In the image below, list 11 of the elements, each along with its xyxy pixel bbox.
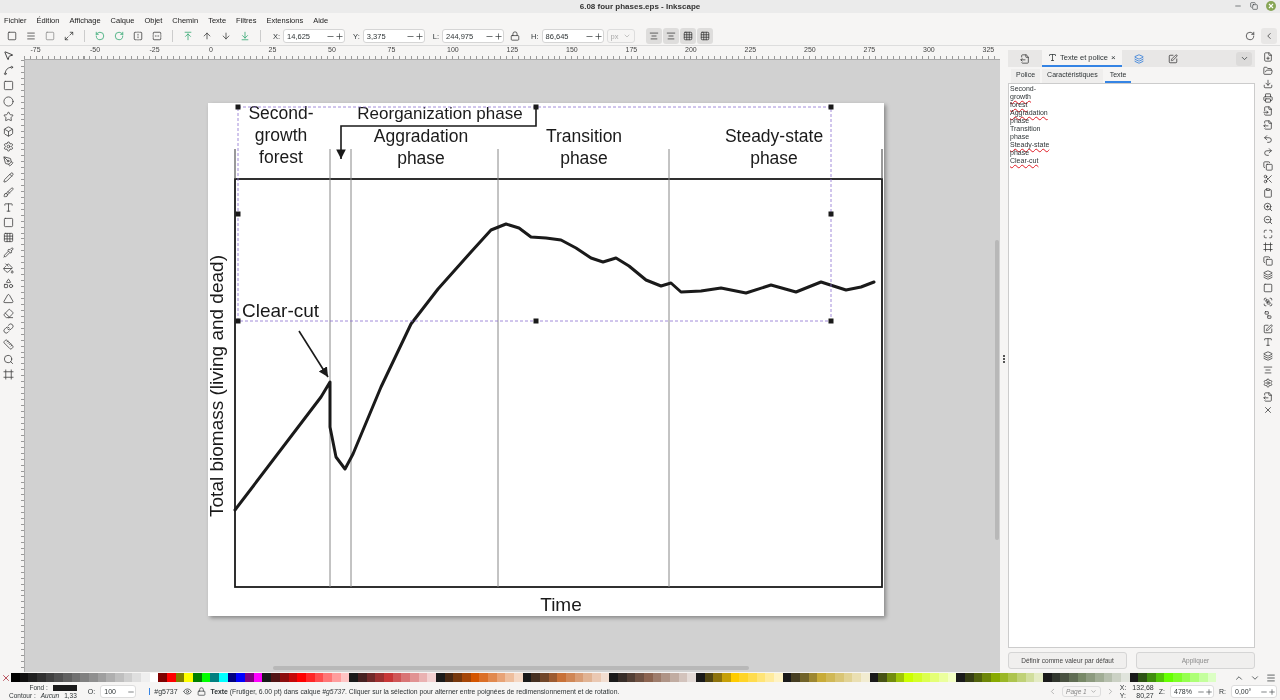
phase-label: Aggradation phase [373, 126, 469, 168]
phase-label: Reorganization phase [357, 104, 523, 123]
tab-close[interactable]: × [1110, 53, 1116, 62]
phase-label: Transition phase [545, 126, 623, 168]
annotation-label: Clear-cut [242, 300, 320, 321]
phase-label: Second- growth forest [248, 103, 314, 167]
canvas[interactable]: Second- growth forest Aggradation phase Transition phase Steady-state phase Reorganization phase Clear-cut Total biomass (living and dead) Time [25, 60, 1000, 672]
window-title: 6.08 four phases.eps - Inkscape [579, 2, 701, 11]
axis-label: Time [540, 594, 582, 615]
phase-label: Steady-state phase [724, 126, 824, 168]
axis-label: Total biomass (living and dead) [208, 255, 227, 517]
